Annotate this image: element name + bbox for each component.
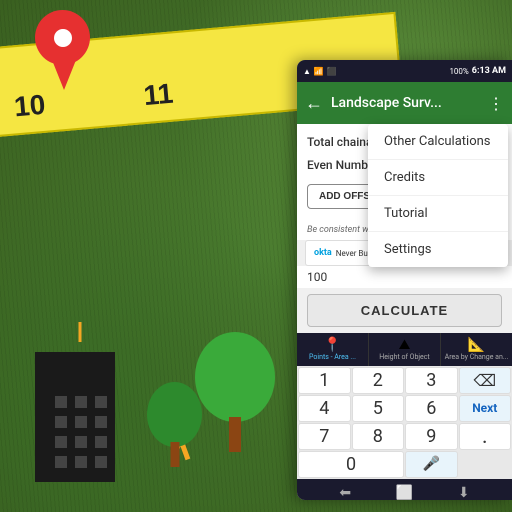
window — [75, 396, 87, 408]
calculate-btn-row: CALCULATE — [297, 288, 512, 333]
tab-points-icon: 📍 — [324, 337, 341, 353]
tab-points-label: Points - Area ... — [309, 354, 356, 362]
wifi-icon: 📶 — [314, 67, 324, 76]
tree-small — [145, 382, 205, 467]
tab-area-label: Area by Change an... — [445, 354, 509, 362]
building-silhouette — [20, 322, 140, 482]
menu-icon[interactable]: ⋮ — [488, 94, 504, 113]
key-7[interactable]: 7 — [298, 423, 351, 450]
ad-logo: okta — [314, 248, 332, 258]
status-time: 6:13 AM — [472, 66, 506, 76]
window — [95, 436, 107, 448]
window — [95, 456, 107, 468]
key-8[interactable]: 8 — [352, 423, 405, 450]
phone-overlay: ▲ 📶 ⬛ 100% 6:13 AM ← Landscape Surv... ⋮… — [297, 60, 512, 500]
key-1[interactable]: 1 — [298, 367, 351, 394]
ruler-number-11: 11 — [142, 78, 174, 112]
building-main — [35, 352, 115, 482]
status-icons-right: 100% 6:13 AM — [449, 66, 506, 76]
tab-points-area[interactable]: 📍 Points - Area ... — [297, 333, 369, 366]
tree-trunk-large — [229, 417, 241, 452]
status-icons-left: ▲ 📶 ⬛ — [303, 67, 337, 76]
tab-height-object[interactable]: ⛰ Height of Object — [369, 333, 441, 366]
system-navigation-bar: ⬅ ⬜ ⬇ — [297, 479, 512, 500]
tab-height-icon: ⛰ — [399, 337, 411, 353]
building-windows — [55, 396, 111, 472]
key-mic[interactable]: 🎤 — [405, 451, 458, 478]
tab-area-icon: 📐 — [468, 337, 485, 353]
key-9[interactable]: 9 — [405, 423, 458, 450]
tab-height-label: Height of Object — [379, 354, 429, 362]
dropdown-item-tutorial[interactable]: Tutorial — [368, 196, 508, 232]
top-navigation: ← Landscape Surv... ⋮ — [297, 82, 512, 124]
back-button[interactable]: ← — [305, 93, 323, 114]
ruler-number-10: 10 — [13, 89, 47, 124]
key-5[interactable]: 5 — [352, 395, 405, 422]
window — [95, 416, 107, 428]
key-dot[interactable]: . — [459, 423, 512, 450]
window — [95, 396, 107, 408]
dropdown-item-credits[interactable]: Credits — [368, 160, 508, 196]
window — [55, 396, 67, 408]
tree-top-large — [195, 332, 275, 422]
window — [75, 456, 87, 468]
dropdown-item-settings[interactable]: Settings — [368, 232, 508, 267]
pin-tail — [52, 60, 76, 90]
building-antenna — [79, 322, 82, 342]
dropdown-menu: Other Calculations Credits Tutorial Sett… — [368, 124, 508, 267]
number-value: 100 — [307, 270, 327, 284]
keypad: 1 2 3 ⌫ 4 5 6 Next 7 8 9 . 0 🎤 — [297, 366, 512, 479]
location-pin — [30, 10, 95, 90]
key-4[interactable]: 4 — [298, 395, 351, 422]
window — [75, 436, 87, 448]
key-2[interactable]: 2 — [352, 367, 405, 394]
window — [55, 436, 67, 448]
window — [55, 456, 67, 468]
system-back-button[interactable]: ⬅ — [339, 485, 351, 500]
key-3[interactable]: 3 — [405, 367, 458, 394]
bluetooth-icon: ⬛ — [327, 67, 337, 76]
calculate-button[interactable]: CALCULATE — [307, 294, 502, 327]
tab-area-change[interactable]: 📐 Area by Change an... — [441, 333, 512, 366]
bottom-tabs: 📍 Points - Area ... ⛰ Height of Object 📐… — [297, 333, 512, 366]
system-home-button[interactable]: ⬜ — [396, 485, 413, 500]
key-backspace[interactable]: ⌫ — [459, 367, 512, 394]
window — [55, 416, 67, 428]
pin-hole — [54, 29, 72, 47]
signal-icon: ▲ — [303, 67, 311, 76]
key-0[interactable]: 0 — [298, 451, 404, 478]
tree-top-small — [147, 382, 202, 447]
key-next[interactable]: Next — [459, 395, 512, 422]
battery-label: 100% — [449, 67, 468, 76]
window — [75, 416, 87, 428]
key-6[interactable]: 6 — [405, 395, 458, 422]
status-bar: ▲ 📶 ⬛ 100% 6:13 AM — [297, 60, 512, 82]
number-display: 100 — [297, 266, 512, 288]
tree-trunk-small — [171, 442, 180, 467]
pin-circle — [35, 10, 90, 65]
system-recent-button[interactable]: ⬇ — [458, 485, 470, 500]
nav-title: Landscape Surv... — [331, 95, 488, 111]
dropdown-item-other-calculations[interactable]: Other Calculations — [368, 124, 508, 160]
